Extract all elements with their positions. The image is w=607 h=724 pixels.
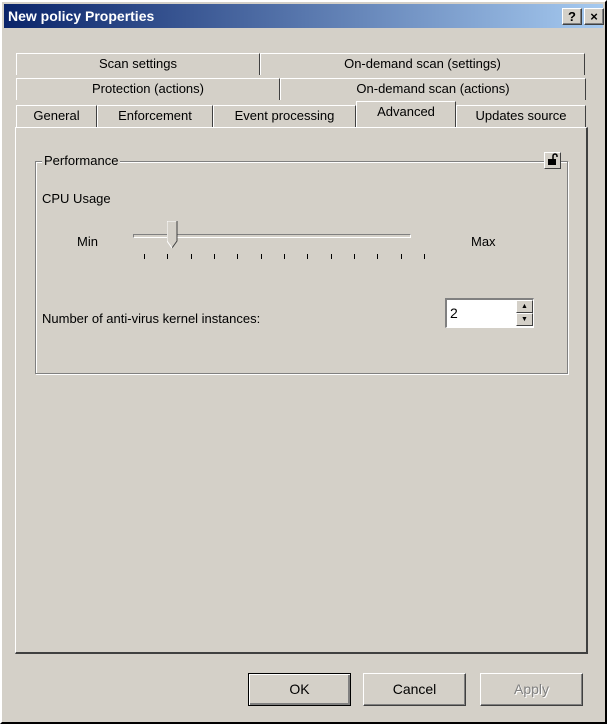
kernel-instances-value[interactable]: 2	[450, 305, 458, 321]
tab-scan-settings[interactable]: Scan settings	[16, 53, 260, 75]
tab-label: General	[33, 108, 80, 123]
tab-label: Event processing	[234, 108, 335, 123]
help-icon: ?	[568, 9, 576, 24]
slider-tick	[400, 254, 402, 259]
tab-label: Protection (actions)	[92, 81, 204, 96]
spin-down-button[interactable]: ▼	[516, 313, 533, 326]
slider-tick	[354, 254, 355, 259]
cancel-button[interactable]: Cancel	[363, 673, 466, 706]
tab-protection-actions[interactable]: Protection (actions)	[16, 78, 280, 100]
ok-label: OK	[289, 681, 310, 697]
apply-button[interactable]: Apply	[480, 673, 583, 706]
cpu-usage-slider-thumb[interactable]	[167, 221, 178, 249]
tab-general[interactable]: General	[16, 105, 97, 127]
window-title: New policy Properties	[8, 8, 155, 24]
lock-button[interactable]	[544, 152, 561, 169]
kernel-instances-label: Number of anti-virus kernel instances:	[42, 311, 261, 326]
tab-label: Scan settings	[98, 56, 178, 71]
tab-on-demand-scan-actions[interactable]: On-demand scan (actions)	[280, 78, 586, 100]
slider-tick	[377, 254, 379, 259]
slider-tick	[307, 254, 309, 259]
slider-tick	[284, 254, 285, 259]
tab-label: Advanced	[377, 104, 435, 119]
tab-label: Updates source	[475, 108, 567, 123]
slider-tick	[424, 254, 425, 259]
chevron-down-icon: ▼	[521, 316, 528, 323]
tab-enforcement[interactable]: Enforcement	[97, 105, 213, 127]
slider-tick	[260, 254, 262, 259]
slider-tick	[167, 254, 169, 259]
chevron-up-icon: ▲	[521, 303, 528, 310]
tab-label: On-demand scan (settings)	[344, 56, 501, 71]
cpu-usage-label: CPU Usage	[42, 191, 111, 206]
slider-tick	[190, 254, 192, 259]
spin-up-button[interactable]: ▲	[516, 300, 533, 313]
slider-max-label: Max	[471, 234, 496, 249]
slider-tick	[214, 254, 215, 259]
performance-group: Performance	[35, 152, 568, 374]
close-icon: ×	[590, 9, 598, 24]
slider-min-label: Min	[77, 234, 98, 249]
tab-advanced[interactable]: Advanced	[356, 101, 456, 127]
tab-updates-source[interactable]: Updates source	[456, 105, 586, 127]
apply-label: Apply	[513, 681, 550, 697]
tab-label: Enforcement	[118, 108, 192, 123]
tab-on-demand-scan-settings[interactable]: On-demand scan (settings)	[260, 53, 585, 75]
group-title: Performance	[42, 153, 121, 168]
ok-button[interactable]: OK	[248, 673, 351, 706]
close-button[interactable]: ×	[584, 8, 604, 25]
help-button[interactable]: ?	[562, 8, 582, 25]
cancel-label: Cancel	[392, 681, 437, 697]
slider-tick	[237, 254, 239, 259]
tab-label: On-demand scan (actions)	[356, 81, 510, 96]
tab-event-processing[interactable]: Event processing	[213, 105, 356, 127]
kernel-instances-stepper[interactable]: 2 ▲ ▼	[445, 298, 534, 328]
tab-panel-advanced: Performance CPU Usage Min Max Number of …	[15, 127, 588, 654]
title-bar[interactable]: New policy Properties ? ×	[4, 4, 604, 28]
lock-open-icon	[548, 153, 558, 165]
slider-tick	[144, 254, 145, 259]
slider-tick	[330, 254, 332, 259]
